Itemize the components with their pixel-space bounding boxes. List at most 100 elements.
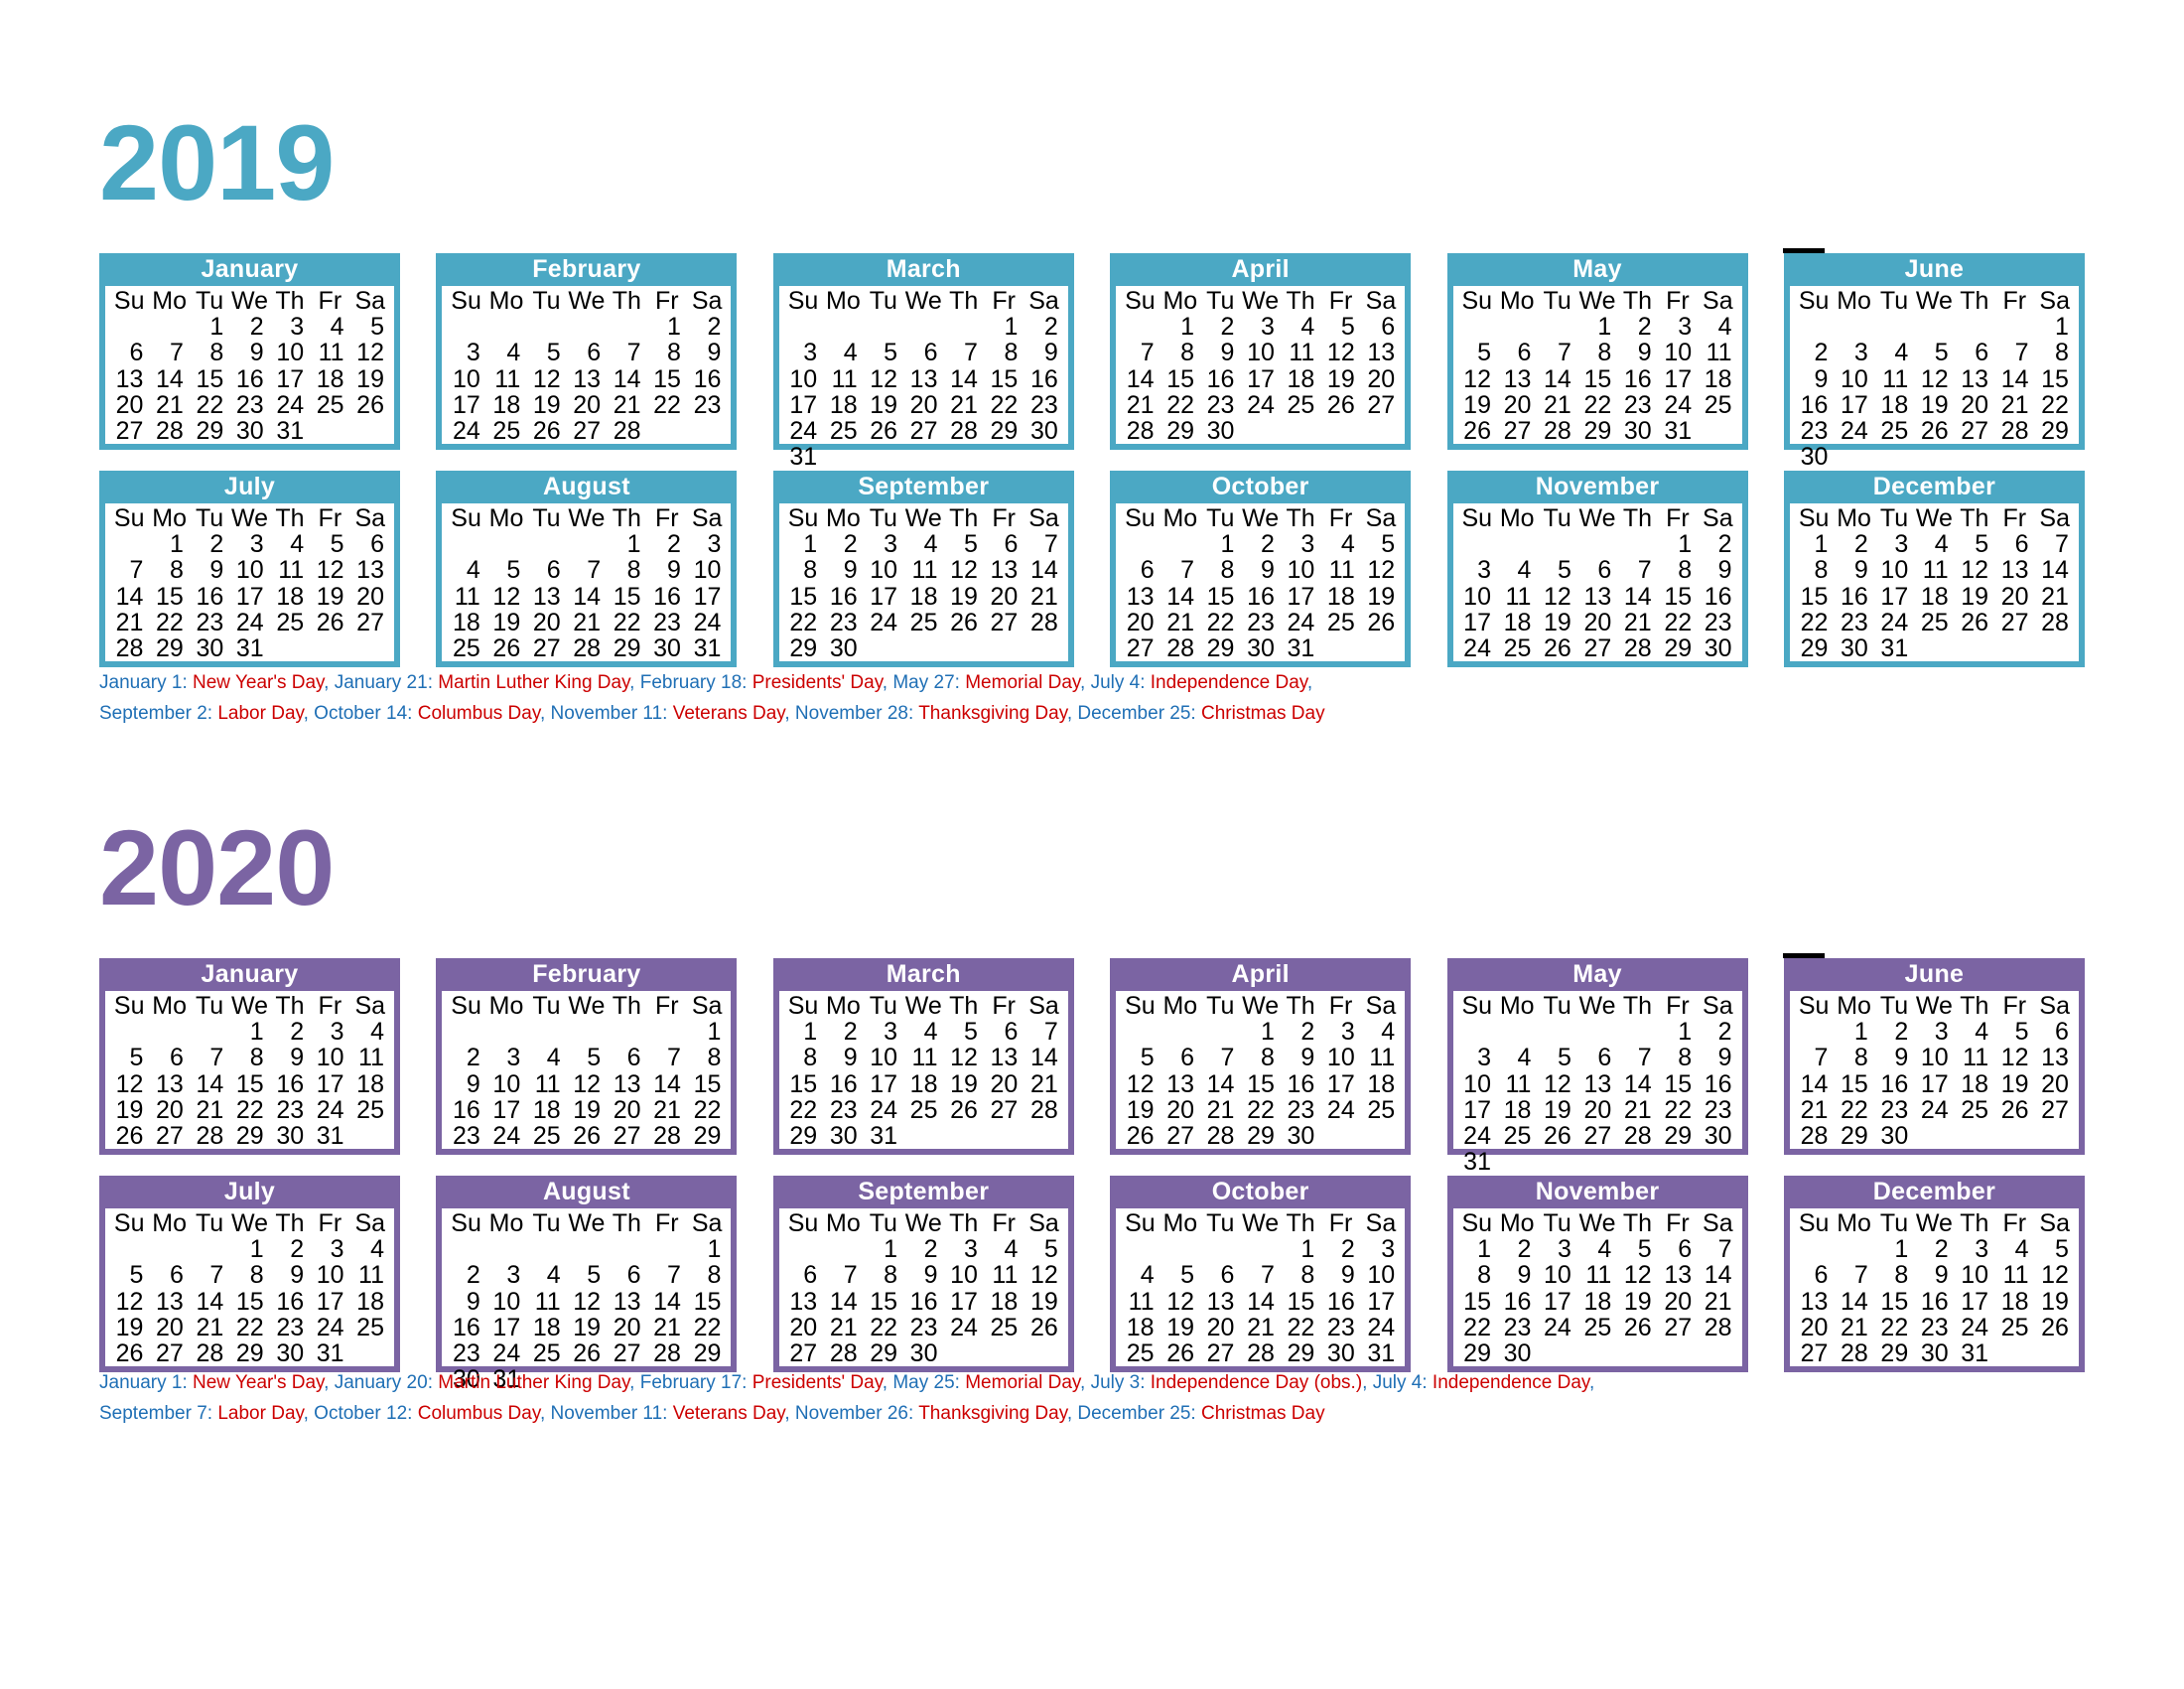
day-cell[interactable]: 17 [229,583,269,610]
day-cell[interactable]: 13 [1955,365,1994,392]
day-cell[interactable]: 29 [1160,418,1200,444]
day-cell[interactable]: 11 [1994,1262,2034,1288]
day-cell[interactable]: 5 [1955,531,1994,557]
day-cell[interactable]: 7 [190,1262,229,1288]
day-cell[interactable]: 9 [1617,340,1657,365]
day-cell[interactable]: 25 [1497,635,1537,661]
day-cell[interactable]: 1 [1658,1019,1698,1045]
day-cell[interactable]: 27 [149,1340,189,1366]
day-cell[interactable]: 26 [567,1340,607,1366]
day-cell[interactable]: 11 [823,365,863,392]
day-cell[interactable]: 17 [1874,583,1914,610]
day-cell[interactable]: 29 [687,1340,727,1366]
day-cell[interactable]: 12 [1537,1070,1576,1097]
day-cell[interactable]: 14 [149,365,189,392]
day-cell[interactable]: 11 [903,1045,943,1070]
day-cell[interactable]: 2 [1794,340,1834,365]
day-cell[interactable]: 15 [1457,1288,1497,1315]
day-cell[interactable]: 18 [903,583,943,610]
day-cell[interactable]: 13 [526,583,566,610]
day-cell[interactable]: 30 [1497,1340,1537,1366]
day-cell[interactable]: 3 [1914,1019,1954,1045]
day-cell[interactable]: 2 [1698,1019,1737,1045]
day-cell[interactable]: 29 [2035,418,2075,444]
day-cell[interactable]: 29 [1577,418,1617,444]
day-cell[interactable]: 21 [647,1097,687,1123]
day-cell[interactable]: 10 [486,1288,526,1315]
day-cell[interactable]: 25 [526,1123,566,1149]
day-cell[interactable]: 14 [1240,1288,1280,1315]
day-cell[interactable]: 28 [1994,418,2034,444]
day-cell[interactable]: 3 [229,531,269,557]
day-cell[interactable]: 20 [567,392,607,418]
day-cell[interactable]: 5 [2035,1236,2075,1262]
day-cell[interactable]: 15 [229,1070,269,1097]
day-cell[interactable]: 9 [1240,557,1280,583]
day-cell[interactable]: 23 [1834,610,1873,635]
day-cell[interactable]: 22 [783,610,823,635]
day-cell[interactable]: 14 [1160,583,1200,610]
day-cell[interactable]: 16 [1497,1288,1537,1315]
day-cell[interactable]: 21 [1024,1070,1063,1097]
day-cell[interactable]: 10 [783,365,823,392]
day-cell[interactable]: 18 [1577,1288,1617,1315]
day-cell[interactable]: 26 [1994,1097,2034,1123]
day-cell[interactable]: 2 [823,1019,863,1045]
day-cell[interactable]: 17 [270,365,310,392]
day-cell[interactable]: 24 [783,418,823,444]
day-cell[interactable]: 28 [1120,418,1160,444]
day-cell[interactable]: 25 [1698,392,1737,418]
day-cell[interactable]: 7 [1024,531,1063,557]
day-cell[interactable]: 27 [567,418,607,444]
day-cell[interactable]: 4 [1120,1262,1160,1288]
day-cell[interactable]: 22 [1658,610,1698,635]
day-cell[interactable]: 29 [607,635,646,661]
day-cell[interactable]: 25 [823,418,863,444]
day-cell[interactable]: 20 [1497,392,1537,418]
day-cell[interactable]: 29 [1834,1123,1873,1149]
day-cell[interactable]: 17 [687,583,727,610]
day-cell[interactable]: 9 [446,1070,485,1097]
day-cell[interactable]: 24 [1457,635,1497,661]
day-cell[interactable]: 8 [149,557,189,583]
day-cell[interactable]: 26 [526,418,566,444]
day-cell[interactable]: 7 [1834,1262,1873,1288]
day-cell[interactable]: 18 [823,392,863,418]
day-cell[interactable]: 4 [823,340,863,365]
day-cell[interactable]: 16 [1914,1288,1954,1315]
day-cell[interactable]: 1 [1240,1019,1280,1045]
day-cell[interactable]: 14 [647,1070,687,1097]
day-cell[interactable]: 25 [1320,610,1360,635]
day-cell[interactable]: 17 [1281,583,1320,610]
day-cell[interactable]: 10 [310,1262,349,1288]
day-cell[interactable]: 29 [1794,635,1834,661]
day-cell[interactable]: 12 [1120,1070,1160,1097]
day-cell[interactable]: 3 [1874,531,1914,557]
day-cell[interactable]: 16 [647,583,687,610]
day-cell[interactable]: 13 [1794,1288,1834,1315]
day-cell[interactable]: 3 [310,1019,349,1045]
day-cell[interactable]: 1 [1200,531,1240,557]
day-cell[interactable]: 18 [903,1070,943,1097]
day-cell[interactable]: 4 [1320,531,1360,557]
day-cell[interactable]: 1 [1281,1236,1320,1262]
day-cell[interactable]: 18 [1281,365,1320,392]
day-cell[interactable]: 16 [1240,583,1280,610]
day-cell[interactable]: 11 [350,1262,390,1288]
day-cell[interactable]: 30 [1698,635,1737,661]
day-cell[interactable]: 22 [687,1315,727,1340]
day-cell[interactable]: 28 [647,1123,687,1149]
day-cell[interactable]: 14 [823,1288,863,1315]
day-cell[interactable]: 24 [1874,610,1914,635]
day-cell[interactable]: 17 [1457,1097,1497,1123]
day-cell[interactable]: 22 [2035,392,2075,418]
day-cell[interactable]: 14 [1794,1070,1834,1097]
day-cell[interactable]: 20 [149,1315,189,1340]
day-cell[interactable]: 24 [310,1097,349,1123]
day-cell[interactable]: 20 [1200,1315,1240,1340]
day-cell[interactable]: 31 [1955,1340,1994,1366]
day-cell[interactable]: 1 [687,1236,727,1262]
day-cell[interactable]: 23 [1024,392,1063,418]
day-cell[interactable]: 16 [229,365,269,392]
day-cell[interactable]: 4 [1955,1019,1994,1045]
